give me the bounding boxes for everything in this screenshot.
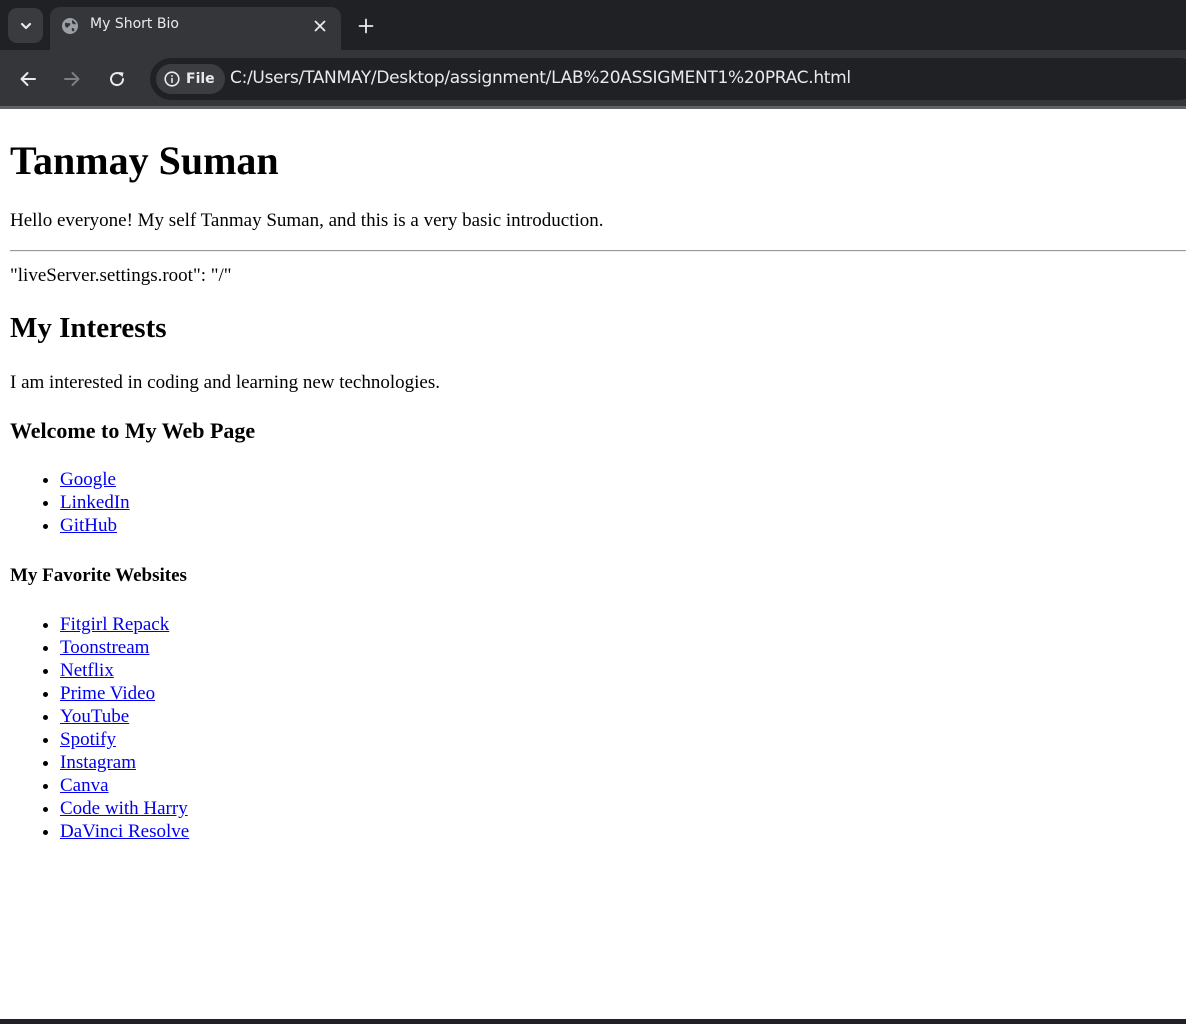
list-item: Fitgirl Repack <box>60 613 189 636</box>
back-button[interactable] <box>13 64 43 94</box>
list-item: LinkedIn <box>60 491 130 514</box>
welcome-link-list: Google LinkedIn GitHub <box>10 468 130 537</box>
interests-heading: My Interests <box>10 312 167 344</box>
back-arrow-icon <box>20 72 36 86</box>
list-item: Canva <box>60 774 189 797</box>
favorites-link-list: Fitgirl Repack Toonstream Netflix Prime … <box>10 613 189 843</box>
window-bottom-edge <box>0 1019 1186 1024</box>
tab-title: My Short Bio <box>90 16 179 32</box>
link-davinci-resolve[interactable]: DaVinci Resolve <box>60 821 189 842</box>
info-icon <box>164 71 180 87</box>
link-youtube[interactable]: YouTube <box>60 706 129 727</box>
reload-icon <box>110 72 125 87</box>
tab-strip: My Short Bio <box>0 0 1186 50</box>
link-fitgirl-repack[interactable]: Fitgirl Repack <box>60 614 169 635</box>
chip-label: File <box>186 71 215 87</box>
forward-button[interactable] <box>57 64 87 94</box>
globe-icon <box>62 18 78 34</box>
welcome-heading: Welcome to My Web Page <box>10 418 256 443</box>
link-canva[interactable]: Canva <box>60 775 109 796</box>
forward-arrow-icon <box>64 72 80 86</box>
url-text[interactable]: C:/Users/TANMAY/Desktop/assignment/LAB%2… <box>230 68 851 88</box>
page-content: Tanmay Suman Hello everyone! My self Tan… <box>0 109 1186 1019</box>
link-linkedin[interactable]: LinkedIn <box>60 492 130 513</box>
link-netflix[interactable]: Netflix <box>60 660 114 681</box>
browser-window: My Short Bio File C:/Users/TANMAY/Deskto… <box>0 0 1186 1024</box>
link-spotify[interactable]: Spotify <box>60 729 116 750</box>
address-bar[interactable]: File C:/Users/TANMAY/Desktop/assignment/… <box>150 58 1186 100</box>
browser-toolbar: File C:/Users/TANMAY/Desktop/assignment/… <box>0 50 1186 108</box>
reload-button[interactable] <box>102 64 132 94</box>
site-info-chip[interactable]: File <box>156 64 225 94</box>
favorites-heading: My Favorite Websites <box>10 565 187 586</box>
browser-tab-active[interactable]: My Short Bio <box>50 7 341 50</box>
list-item: GitHub <box>60 514 130 537</box>
horizontal-rule <box>10 250 1186 252</box>
name-heading: Tanmay Suman <box>10 138 279 183</box>
settings-line: "liveServer.settings.root": "/" <box>10 265 232 286</box>
interests-paragraph: I am interested in coding and learning n… <box>10 372 441 393</box>
list-item: Code with Harry <box>60 797 189 820</box>
new-tab-button[interactable] <box>352 12 380 40</box>
list-item: Spotify <box>60 728 189 751</box>
link-github[interactable]: GitHub <box>60 515 117 536</box>
tab-search-button[interactable] <box>8 8 43 43</box>
chevron-down-icon <box>20 22 31 29</box>
list-item: Prime Video <box>60 682 189 705</box>
list-item: Instagram <box>60 751 189 774</box>
link-instagram[interactable]: Instagram <box>60 752 136 773</box>
close-icon <box>314 20 326 32</box>
link-code-with-harry[interactable]: Code with Harry <box>60 798 188 819</box>
list-item: YouTube <box>60 705 189 728</box>
tab-close-button[interactable] <box>308 14 332 38</box>
link-google[interactable]: Google <box>60 469 116 490</box>
plus-icon <box>358 18 374 34</box>
list-item: Google <box>60 468 130 491</box>
list-item: DaVinci Resolve <box>60 820 189 843</box>
intro-paragraph: Hello everyone! My self Tanmay Suman, an… <box>10 210 604 231</box>
link-toonstream[interactable]: Toonstream <box>60 637 149 658</box>
list-item: Toonstream <box>60 636 189 659</box>
list-item: Netflix <box>60 659 189 682</box>
link-prime-video[interactable]: Prime Video <box>60 683 155 704</box>
